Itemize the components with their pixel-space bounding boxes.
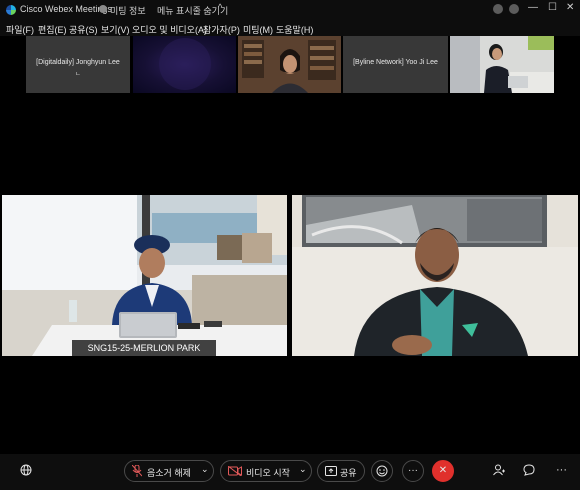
menu-meeting[interactable]: 미팅(M) [243,23,273,36]
menu-file[interactable]: 파일(F) [6,23,34,36]
participant-thumbnail[interactable] [450,36,554,93]
participant-video [2,195,287,356]
mic-off-icon [131,464,143,479]
mic-status-icon: ㄴ [75,72,81,78]
share-button[interactable]: 공유 [317,460,365,482]
unmute-button[interactable]: 음소거 해제 ⌄ [124,460,214,482]
participant-thumbnail[interactable]: [Digitaldaily] Jonghyun Lee ㄴ [26,36,130,93]
participant-name: [Digitaldaily] Jonghyun Lee [36,59,120,66]
more-icon: ··· [408,465,418,476]
more-icon[interactable]: ··· [556,464,567,476]
start-video-label: 비디오 시작 [246,468,290,478]
title-bar: Cisco Webex Meetings 미팅 정보 메뉴 표시줄 숨기기 ^ … [0,0,580,20]
participant-video [450,36,554,93]
participant-thumbnail[interactable] [133,36,236,93]
meeting-controls-toolbar: 음소거 해제 ⌄ 비디오 시작 ⌄ 공유 ··· ✕ ··· [0,454,580,490]
participant-video [238,36,341,93]
participant-name: [Byline Network] Yoo Ji Lee [353,59,438,66]
video-off-icon [227,465,242,478]
minimize-button[interactable]: — [528,2,538,13]
start-video-button[interactable]: 비디오 시작 ⌄ [220,460,312,482]
end-meeting-button[interactable]: ✕ [432,460,454,482]
video-options-dropdown[interactable]: ⌄ [299,464,307,475]
participant-thumbnail[interactable] [238,36,341,93]
meeting-info-icon[interactable] [99,5,107,13]
participant-video [159,38,211,90]
close-icon: ✕ [438,465,448,476]
connection-status-icon[interactable] [493,4,503,14]
menu-help[interactable]: 도움말(H) [276,23,313,36]
chat-icon[interactable] [523,464,535,479]
participants-icon[interactable] [493,464,506,479]
webex-logo-icon [6,5,16,15]
active-speaker-video[interactable]: SNG15-25-MERLION PARK [2,195,287,356]
chevron-up-icon[interactable]: ^ [218,2,222,12]
participant-nameplate: SNG15-25-MERLION PARK [72,340,216,356]
globe-icon[interactable] [20,464,32,479]
menu-audio-video[interactable]: 오디오 및 비디오(A) [132,23,207,36]
more-options-button[interactable]: ··· [402,460,424,482]
menu-participants[interactable]: 참가자(P) [203,23,240,36]
participant-video-tile[interactable] [292,195,578,356]
menu-share[interactable]: 공유(S) [69,23,98,36]
share-label: 공유 [340,468,357,478]
smiley-icon [376,465,388,477]
mute-options-dropdown[interactable]: ⌄ [201,464,209,475]
maximize-button[interactable]: ☐ [548,2,557,13]
unmute-label: 음소거 해제 [147,468,191,478]
participant-thumbnail[interactable]: [Byline Network] Yoo Ji Lee [343,36,448,93]
participant-video [292,195,578,356]
close-window-button[interactable]: ✕ [566,2,574,13]
menu-bar: 파일(F) 편집(E) 공유(S) 보기(V) 오디오 및 비디오(A) 참가자… [0,20,580,36]
reactions-button[interactable] [371,460,393,482]
meeting-info-link[interactable]: 미팅 정보 [110,4,146,17]
menu-edit[interactable]: 편집(E) [38,23,67,36]
network-status-icon[interactable] [509,4,519,14]
share-icon [325,466,337,478]
menu-view[interactable]: 보기(V) [101,23,130,36]
